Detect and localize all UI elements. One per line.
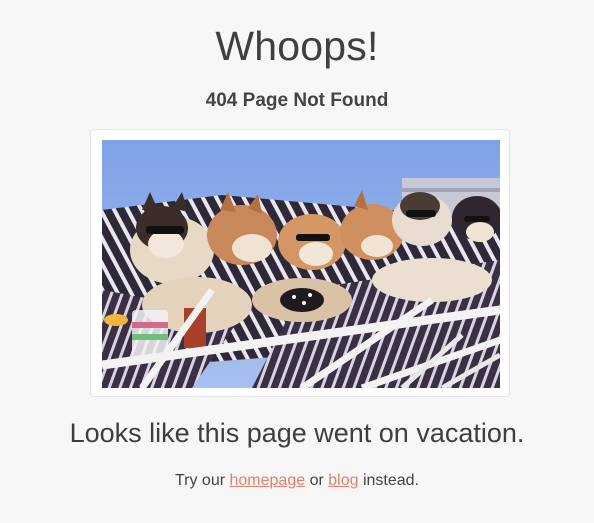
help-text-suffix: instead. xyxy=(362,472,420,489)
error-code-subtitle: 404 Page Not Found xyxy=(205,90,389,111)
photo-frame xyxy=(90,129,510,397)
vacation-huskies-image xyxy=(102,140,500,388)
page-title: Whoops! xyxy=(215,23,379,69)
help-text-prefix: Try our xyxy=(174,472,226,489)
vacation-headline: Looks like this page went on vacation. xyxy=(69,418,525,448)
blog-link[interactable]: blog xyxy=(328,472,358,489)
help-text: Try our homepage or blog instead. xyxy=(0,471,594,491)
error-page: Whoops! 404 Page Not Found Looks like th… xyxy=(0,0,594,523)
homepage-link[interactable]: homepage xyxy=(230,472,306,489)
help-text-connector: or xyxy=(309,472,324,489)
